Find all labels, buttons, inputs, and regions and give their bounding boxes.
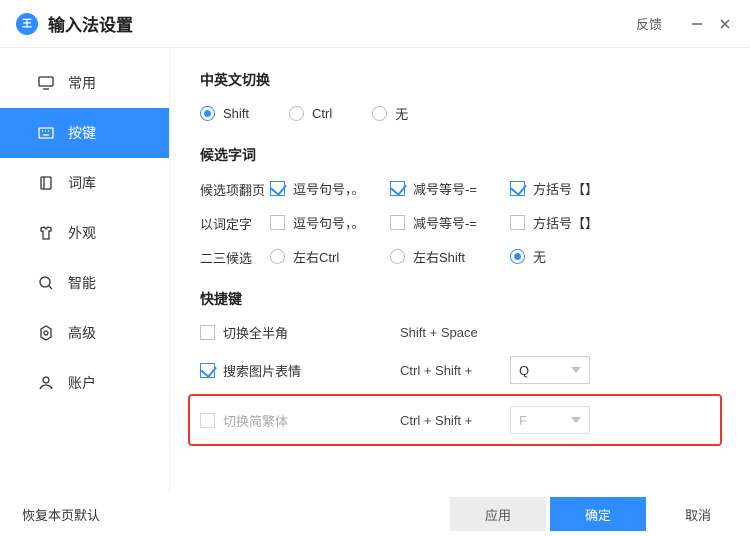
- section-candidate: 候选字词 候选项翻页 逗号句号，。 减号等号-= 方括号【】 以词定字 逗号句号…: [200, 145, 722, 267]
- check-sc-simptrad[interactable]: 切换简繁体: [200, 411, 288, 430]
- radio-shift[interactable]: Shift: [200, 106, 249, 121]
- check-page-minus[interactable]: 减号等号-=: [390, 179, 477, 198]
- sidebar-item-label: 账户: [68, 373, 96, 393]
- shortcut-key-select-disabled: F: [510, 406, 590, 434]
- shortcut-key-text: Ctrl + Shift +: [400, 363, 510, 378]
- sidebar-item-label: 外观: [68, 223, 96, 243]
- chevron-down-icon: [571, 417, 581, 423]
- footer-bar: 恢复本页默认 应用 确定 取消: [0, 492, 750, 536]
- sidebar-item-adv[interactable]: 高级: [0, 308, 169, 358]
- apply-button[interactable]: 应用: [450, 497, 546, 531]
- check-word-minus[interactable]: 减号等号-=: [390, 213, 477, 232]
- section-heading: 候选字词: [200, 145, 722, 165]
- radio-cand-none[interactable]: 无: [510, 247, 546, 266]
- sidebar-item-account[interactable]: 账户: [0, 358, 169, 408]
- title-bar: 王 输入法设置 反馈: [0, 0, 750, 48]
- shirt-icon: [38, 225, 54, 241]
- sidebar-item-skin[interactable]: 外观: [0, 208, 169, 258]
- sidebar-item-label: 智能: [68, 273, 96, 293]
- check-sc-fullhalf[interactable]: 切换全半角: [200, 323, 288, 342]
- row-label: 候选项翻页: [200, 180, 270, 199]
- check-sc-emoji[interactable]: 搜索图片表情: [200, 361, 301, 380]
- shortcut-key-select[interactable]: Q: [510, 356, 590, 384]
- row-label: 二三候选: [200, 248, 270, 267]
- check-page-bracket[interactable]: 方括号【】: [510, 179, 598, 198]
- app-logo: 王: [16, 13, 38, 35]
- section-shortcut: 快捷键 切换全半角 Shift + Space 搜索图片表情 Ctrl + Sh…: [200, 289, 722, 446]
- settings-content: 中英文切换 Shift Ctrl 无 候选字词 候选项翻页 逗号句号，。 减号等…: [170, 48, 750, 492]
- search-icon: [38, 275, 54, 291]
- restore-defaults-link[interactable]: 恢复本页默认: [22, 505, 100, 524]
- svg-text:王: 王: [22, 18, 32, 30]
- feedback-link[interactable]: 反馈: [636, 14, 662, 33]
- sidebar-item-common[interactable]: 常用: [0, 58, 169, 108]
- book-icon: [38, 175, 54, 191]
- close-button[interactable]: [716, 15, 734, 33]
- window-title: 输入法设置: [48, 11, 133, 36]
- shortcut-key-text: Ctrl + Shift +: [400, 413, 510, 428]
- sidebar-item-dict[interactable]: 词库: [0, 158, 169, 208]
- cancel-button[interactable]: 取消: [650, 497, 746, 531]
- sidebar-item-label: 按键: [68, 123, 96, 143]
- check-word-comma[interactable]: 逗号句号，。: [270, 213, 365, 232]
- row-label: 以词定字: [200, 214, 270, 233]
- check-word-bracket[interactable]: 方括号【】: [510, 213, 598, 232]
- radio-ctrl[interactable]: Ctrl: [289, 106, 332, 121]
- ok-button[interactable]: 确定: [550, 497, 646, 531]
- keyboard-icon: [38, 125, 54, 141]
- minimize-button[interactable]: [688, 15, 706, 33]
- section-heading: 中英文切换: [200, 70, 722, 90]
- sidebar-item-label: 词库: [68, 173, 96, 193]
- sidebar: 常用 按键 词库 外观 智能 高级 账户: [0, 48, 170, 492]
- radio-cand-ctrl[interactable]: 左右Ctrl: [270, 247, 339, 266]
- shortcut-key-text: Shift + Space: [400, 325, 510, 340]
- monitor-icon: [38, 75, 54, 91]
- sidebar-item-keys[interactable]: 按键: [0, 108, 169, 158]
- section-heading: 快捷键: [200, 289, 722, 309]
- section-cn-en-switch: 中英文切换 Shift Ctrl 无: [200, 70, 722, 123]
- sidebar-item-label: 高级: [68, 323, 96, 343]
- radio-none[interactable]: 无: [372, 104, 408, 123]
- highlight-box: 切换简繁体 Ctrl + Shift + F: [188, 394, 722, 446]
- gear-icon: [38, 325, 54, 341]
- sidebar-item-smart[interactable]: 智能: [0, 258, 169, 308]
- user-icon: [38, 375, 54, 391]
- radio-cand-shift[interactable]: 左右Shift: [390, 247, 465, 266]
- chevron-down-icon: [571, 367, 581, 373]
- sidebar-item-label: 常用: [68, 73, 96, 93]
- check-page-comma[interactable]: 逗号句号，。: [270, 179, 365, 198]
